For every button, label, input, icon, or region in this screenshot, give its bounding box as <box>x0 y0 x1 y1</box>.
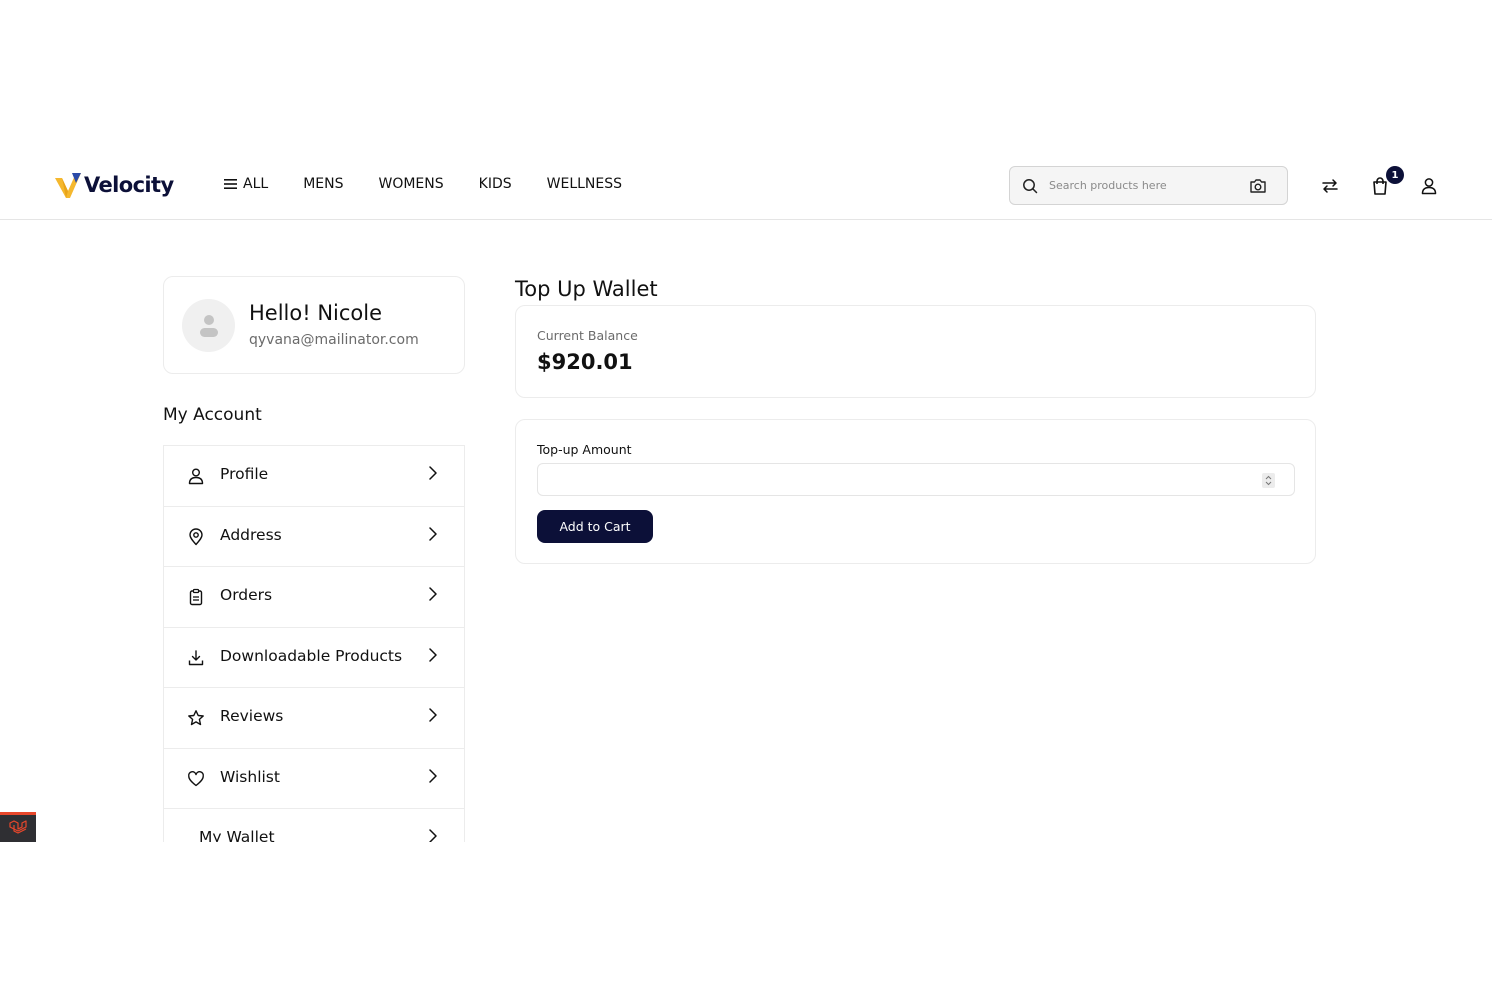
user-icon[interactable] <box>1419 176 1439 196</box>
nav-kids[interactable]: KIDS <box>479 176 512 192</box>
hamburger-icon <box>224 179 237 189</box>
cart-count-badge: 1 <box>1386 166 1404 184</box>
user-icon <box>188 468 204 485</box>
sidebar-item-label: Downloadable Products <box>220 646 403 665</box>
search-input[interactable] <box>1049 179 1239 192</box>
sidebar-item-address[interactable]: Address <box>164 507 464 567</box>
site-header: Velocity ALL MENS WOMENS KIDS WELLNESS S… <box>0 150 1492 220</box>
page-title: Top Up Wallet <box>515 277 658 301</box>
brand-name: Velocity <box>84 173 174 197</box>
avatar <box>182 299 235 352</box>
main-nav: ALL MENS WOMENS KIDS WELLNESS <box>224 174 657 194</box>
chevron-right-icon <box>429 466 437 480</box>
profile-card: Hello! Nicole qyvana@mailinator.com <box>163 276 465 374</box>
chevron-right-icon <box>429 647 437 662</box>
search-bar <box>1009 166 1288 205</box>
laravel-logo-icon <box>9 819 27 834</box>
download-icon <box>188 649 204 665</box>
clipboard-icon <box>189 588 203 606</box>
balance-label: Current Balance <box>537 328 638 343</box>
brand-logo[interactable]: Velocity <box>54 170 174 200</box>
search-icon <box>1023 178 1038 193</box>
chevron-right-icon <box>429 829 437 842</box>
location-pin-icon <box>189 527 203 545</box>
my-account-heading: My Account <box>163 405 262 425</box>
nav-wellness[interactable]: WELLNESS <box>547 176 622 192</box>
sidebar-item-label: Address <box>220 525 282 544</box>
debug-toolbar-toggle[interactable] <box>0 812 36 842</box>
spinner-arrows-icon <box>1265 475 1272 486</box>
sidebar-item-label: My Wallet <box>199 828 275 842</box>
sidebar-item-my-wallet[interactable]: My Wallet <box>164 809 464 842</box>
nav-womens[interactable]: WOMENS <box>378 176 443 192</box>
topup-card: Top-up Amount Add to Cart <box>515 419 1316 564</box>
greeting: Hello! Nicole <box>249 301 383 325</box>
nav-all-label: ALL <box>243 176 269 192</box>
sidebar-item-label: Profile <box>220 465 269 483</box>
sidebar-item-label: Orders <box>220 586 273 604</box>
account-menu: Profile Address Orders Downloadable Prod… <box>163 445 465 842</box>
heart-icon <box>188 770 204 786</box>
nav-all[interactable]: ALL <box>224 176 268 192</box>
camera-icon[interactable] <box>1249 178 1267 194</box>
topup-amount-input[interactable] <box>537 463 1295 496</box>
chevron-right-icon <box>429 768 437 783</box>
sidebar-item-orders[interactable]: Orders <box>164 567 464 628</box>
sidebar-item-label: Wishlist <box>220 767 280 786</box>
chevron-right-icon <box>429 587 437 601</box>
velocity-logo-icon <box>55 173 81 198</box>
nav-mens[interactable]: MENS <box>303 176 343 192</box>
balance-value: $920.01 <box>537 350 633 374</box>
avatar-placeholder-icon <box>199 314 218 337</box>
user-email: qyvana@mailinator.com <box>249 332 419 348</box>
topup-amount-label: Top-up Amount <box>537 442 632 457</box>
sidebar-item-wishlist[interactable]: Wishlist <box>164 749 464 809</box>
compare-arrows-icon[interactable] <box>1320 176 1340 196</box>
sidebar-item-downloadable-products[interactable]: Downloadable Products <box>164 628 464 688</box>
star-icon <box>188 710 204 726</box>
number-spinner[interactable] <box>1262 473 1275 488</box>
page-frame: Velocity ALL MENS WOMENS KIDS WELLNESS S… <box>0 150 1492 842</box>
sidebar-item-reviews[interactable]: Reviews <box>164 688 464 749</box>
add-to-cart-button[interactable]: Add to Cart <box>537 510 653 543</box>
sidebar-item-profile[interactable]: Profile <box>164 446 464 507</box>
sidebar-item-label: Reviews <box>220 707 284 725</box>
balance-card: Current Balance $920.01 <box>515 305 1316 398</box>
viewport: Velocity ALL MENS WOMENS KIDS WELLNESS S… <box>0 0 1508 1000</box>
chevron-right-icon <box>429 526 437 541</box>
chevron-right-icon <box>429 708 437 722</box>
